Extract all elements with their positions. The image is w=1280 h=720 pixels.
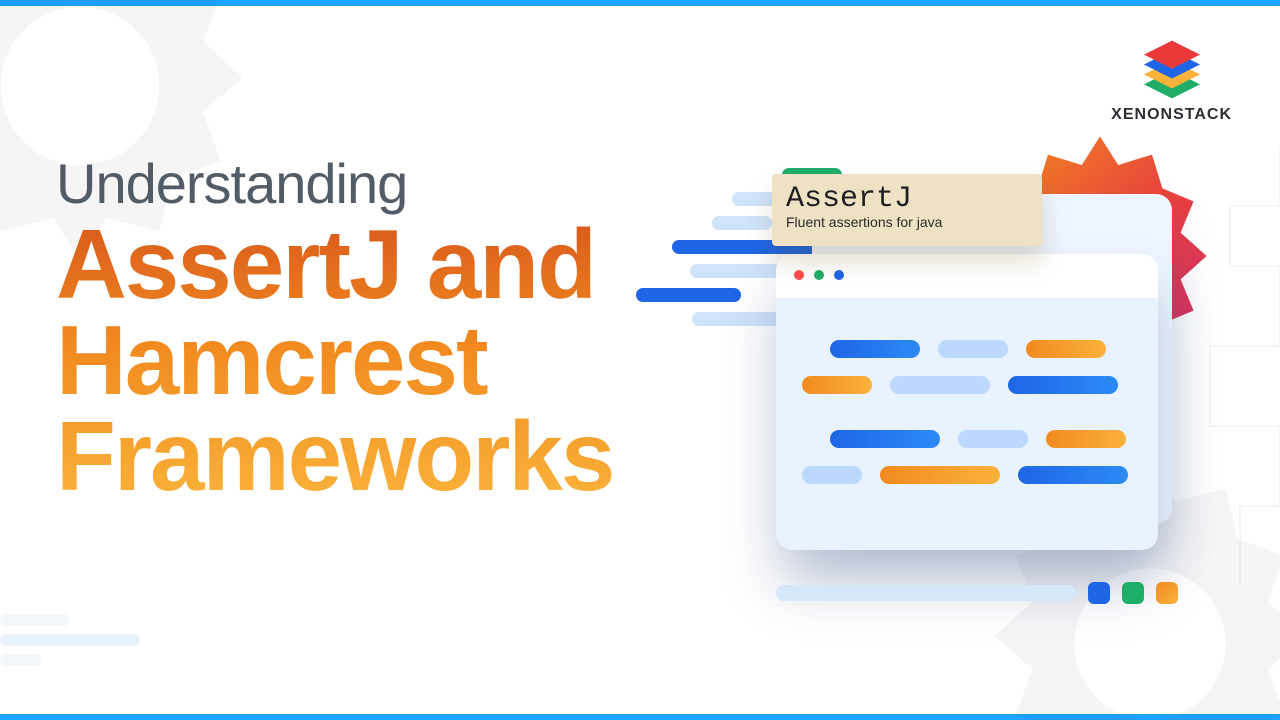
page-root: XENONSTACK Understanding AssertJ and Ham… bbox=[0, 0, 1280, 720]
code-body bbox=[776, 298, 1158, 526]
window-dot-blue bbox=[834, 270, 844, 280]
brand-block: XENONSTACK bbox=[1111, 34, 1232, 124]
bg-corner-stripes bbox=[0, 614, 140, 674]
headline-line-2: Hamcrest bbox=[56, 305, 487, 415]
progress-bar-decor bbox=[776, 585, 1076, 601]
assertj-subtitle: Fluent assertions for java bbox=[786, 214, 1028, 230]
assertj-label-card: AssertJ Fluent assertions for java bbox=[772, 174, 1042, 246]
brand-logo bbox=[1128, 34, 1216, 100]
window-titlebar bbox=[776, 254, 1158, 298]
illus-bottom-strip bbox=[776, 582, 1178, 604]
cube-green bbox=[1122, 582, 1144, 604]
brand-name: XENONSTACK bbox=[1111, 106, 1232, 124]
headline-title: AssertJ and Hamcrest Frameworks bbox=[56, 216, 613, 504]
window-dot-green bbox=[814, 270, 824, 280]
headline-line-3: Frameworks bbox=[56, 401, 613, 511]
assertj-title: AssertJ bbox=[786, 182, 1028, 216]
cube-blue bbox=[1088, 582, 1110, 604]
code-window bbox=[776, 254, 1158, 550]
headline-line-1: AssertJ and bbox=[56, 209, 595, 319]
headline: Understanding AssertJ and Hamcrest Frame… bbox=[56, 156, 613, 504]
cube-orange bbox=[1156, 582, 1178, 604]
window-dot-red bbox=[794, 270, 804, 280]
illustration: AssertJ Fluent assertions for java bbox=[742, 166, 1212, 596]
headline-kicker: Understanding bbox=[56, 156, 613, 212]
